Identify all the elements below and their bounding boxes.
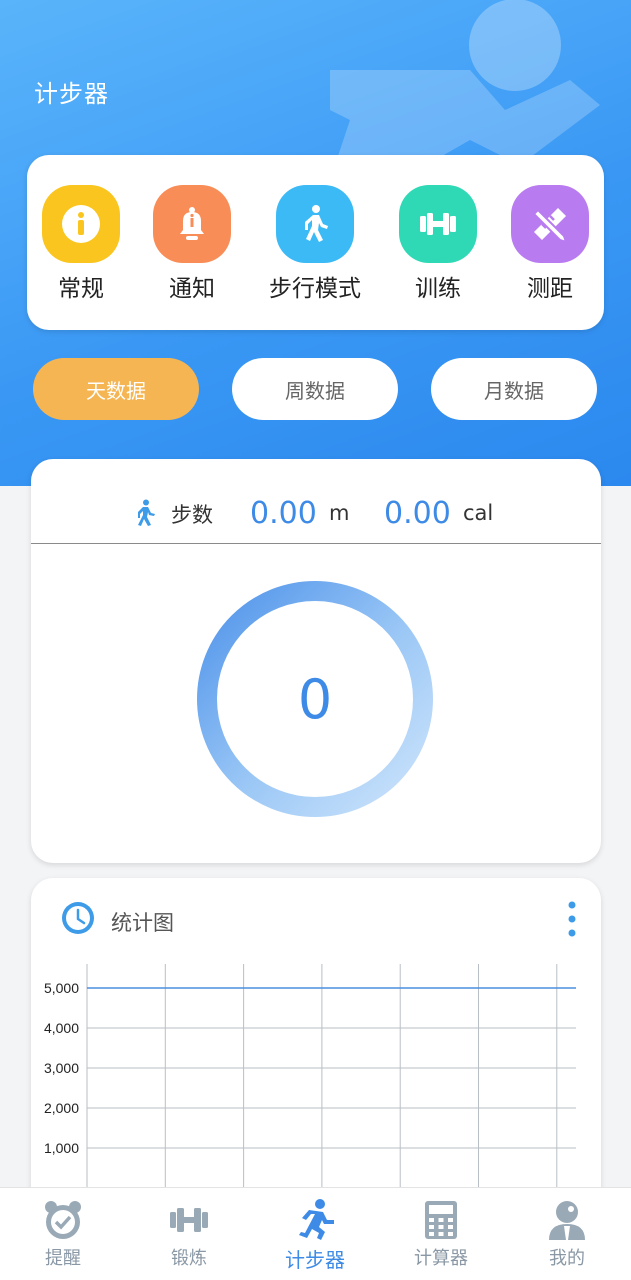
menu-item-notification[interactable]: 通知: [137, 185, 247, 303]
steps-card: 步数 0.00 m 0.00 cal 0: [31, 459, 601, 863]
bottom-nav: 提醒 锻炼 计步器 计算器 我的: [0, 1187, 631, 1280]
distance-value: 0.00: [250, 496, 317, 531]
info-icon: [42, 185, 120, 263]
alarm-clock-icon: [45, 1201, 81, 1239]
page-title: 计步器: [34, 80, 109, 108]
walking-icon: [138, 499, 155, 526]
nav-item-calculator[interactable]: 计算器: [386, 1198, 496, 1270]
runner-icon: [299, 1199, 334, 1240]
bell-icon: [153, 185, 231, 263]
menu-item-training[interactable]: 训练: [383, 185, 493, 303]
nav-label: 提醒: [45, 1248, 81, 1269]
calculator-icon: [425, 1201, 457, 1239]
y-tick-label: 3,000: [44, 1060, 79, 1076]
calorie-unit: cal: [463, 501, 494, 525]
step-count: 0: [297, 667, 333, 731]
menu-item-label: 步行模式: [269, 276, 361, 302]
nav-item-workout[interactable]: 锻炼: [134, 1198, 244, 1270]
nav-label: 锻炼: [171, 1248, 207, 1269]
y-tick-label: 2,000: [44, 1100, 79, 1116]
y-tick-label: 1,000: [44, 1140, 79, 1156]
menu-item-label: 常规: [58, 276, 104, 302]
menu-item-label: 测距: [527, 276, 573, 302]
stats-row: 步数 0.00 m 0.00 cal: [31, 459, 601, 544]
steps-label: 步数: [171, 503, 213, 527]
menu-item-distance[interactable]: 测距: [495, 185, 605, 303]
more-options-icon[interactable]: [565, 900, 579, 940]
statistics-card: 统计图 1,000 2,000 3,000 4,000 5,000: [31, 878, 601, 1238]
menu-item-walking-mode[interactable]: 步行模式: [260, 185, 370, 303]
menu-item-general[interactable]: 常规: [26, 185, 136, 303]
menu-item-label: 训练: [415, 276, 461, 302]
menu-item-label: 通知: [169, 276, 215, 302]
dumbbell-icon: [399, 185, 477, 263]
nav-item-pedometer[interactable]: 计步器: [260, 1198, 370, 1273]
chart-title: 统计图: [111, 911, 174, 935]
tab-month[interactable]: 月数据: [431, 358, 597, 420]
tab-day[interactable]: 天数据: [33, 358, 199, 420]
ruler-pencil-icon: [511, 185, 589, 263]
clock-icon: [62, 902, 94, 934]
nav-label: 计步器: [285, 1248, 345, 1272]
calorie-value: 0.00: [384, 496, 451, 531]
nav-item-reminder[interactable]: 提醒: [8, 1198, 118, 1270]
dumbbell-icon: [170, 1208, 208, 1232]
y-tick-label: 5,000: [44, 980, 79, 996]
nav-label: 我的: [549, 1248, 585, 1269]
y-tick-label: 4,000: [44, 1020, 79, 1036]
nav-label: 计算器: [414, 1248, 468, 1269]
tab-week[interactable]: 周数据: [232, 358, 398, 420]
walking-icon: [276, 185, 354, 263]
user-icon: [549, 1201, 585, 1240]
nav-item-profile[interactable]: 我的: [512, 1198, 622, 1270]
distance-unit: m: [329, 501, 350, 525]
feature-menu: 常规 通知 步行模式 训练 测距: [27, 155, 604, 330]
